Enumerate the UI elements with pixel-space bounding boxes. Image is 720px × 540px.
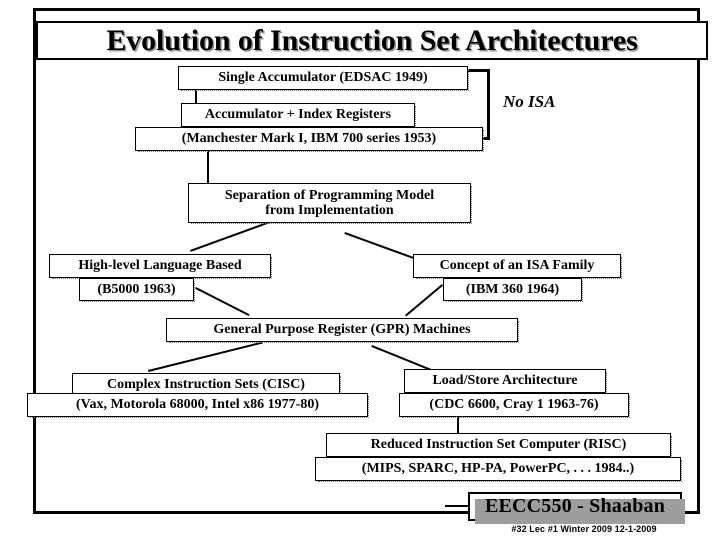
box-manchester-mark-i-label: (Manchester Mark I, IBM 700 series 1953) [181, 131, 437, 147]
box-cisc-examples-label: (Vax, Motorola 68000, Intel x86 1977-80) [75, 397, 320, 413]
box-concept-of-isa-family: Concept of an ISA Family [413, 254, 622, 279]
page-title: Evolution of Instruction Set Architectur… [36, 21, 708, 60]
box-separation-line-1: Separation of Programming Model [224, 187, 435, 203]
connector-manchester-to-separation [207, 151, 209, 183]
box-separation-of-programming-model: Separation of Programming Model from Imp… [188, 183, 472, 224]
box-high-level-language-based: High-level Language Based [49, 254, 272, 279]
box-ibm-360: (IBM 360 1964) [443, 278, 583, 302]
box-risc-examples-label: (MIPS, SPARC, HP-PA, PowerPC, . . . 1984… [361, 461, 635, 477]
box-risc-label: Reduced Instruction Set Computer (RISC) [370, 437, 627, 453]
box-b5000-label: (B5000 1963) [97, 281, 176, 297]
box-manchester-mark-i: (Manchester Mark I, IBM 700 series 1953) [135, 127, 484, 152]
box-separation-line-2: from Implementation [265, 203, 394, 218]
box-load-store-architecture: Load/Store Architecture [404, 369, 607, 394]
slide-canvas: Evolution of Instruction Set Architectur… [0, 0, 720, 540]
box-high-level-language-based-label: High-level Language Based [78, 258, 242, 274]
footer-course-label: EECC550 - Shaaban [484, 495, 666, 517]
box-b5000: (B5000 1963) [79, 278, 195, 302]
box-gpr-machines-label: General Purpose Register (GPR) Machines [213, 322, 471, 338]
page-title-text: Evolution of Instruction Set Architectur… [106, 23, 638, 57]
box-single-accumulator: Single Accumulator (EDSAC 1949) [178, 66, 469, 91]
connector-accumulator-vertical [195, 90, 197, 104]
no-isa-label: No ISA [503, 92, 556, 111]
box-ibm-360-label: (IBM 360 1964) [465, 281, 560, 297]
footer-meta: #32 Lec #1 Winter 2009 12-1-2009 [511, 524, 657, 534]
footer-course-badge: EECC550 - Shaaban [468, 492, 685, 524]
connector-load-store-to-risc [457, 417, 459, 433]
box-accumulator-index-registers: Accumulator + Index Registers [181, 103, 416, 128]
box-load-store-architecture-label: Load/Store Architecture [432, 373, 578, 389]
box-load-store-examples: (CDC 6600, Cray 1 1963-76) [399, 393, 630, 418]
box-cisc-examples: (Vax, Motorola 68000, Intel x86 1977-80) [27, 393, 369, 418]
footer-connector-right [697, 440, 699, 506]
box-single-accumulator-label: Single Accumulator (EDSAC 1949) [218, 70, 428, 86]
box-risc: Reduced Instruction Set Computer (RISC) [326, 433, 672, 458]
box-cisc-label: Complex Instruction Sets (CISC) [107, 377, 305, 393]
box-concept-of-isa-family-label: Concept of an ISA Family [439, 258, 595, 274]
box-load-store-examples-label: (CDC 6600, Cray 1 1963-76) [429, 397, 599, 413]
box-gpr-machines: General Purpose Register (GPR) Machines [166, 318, 519, 343]
box-accumulator-index-registers-label: Accumulator + Index Registers [204, 107, 392, 123]
box-risc-examples: (MIPS, SPARC, HP-PA, PowerPC, . . . 1984… [315, 457, 682, 482]
